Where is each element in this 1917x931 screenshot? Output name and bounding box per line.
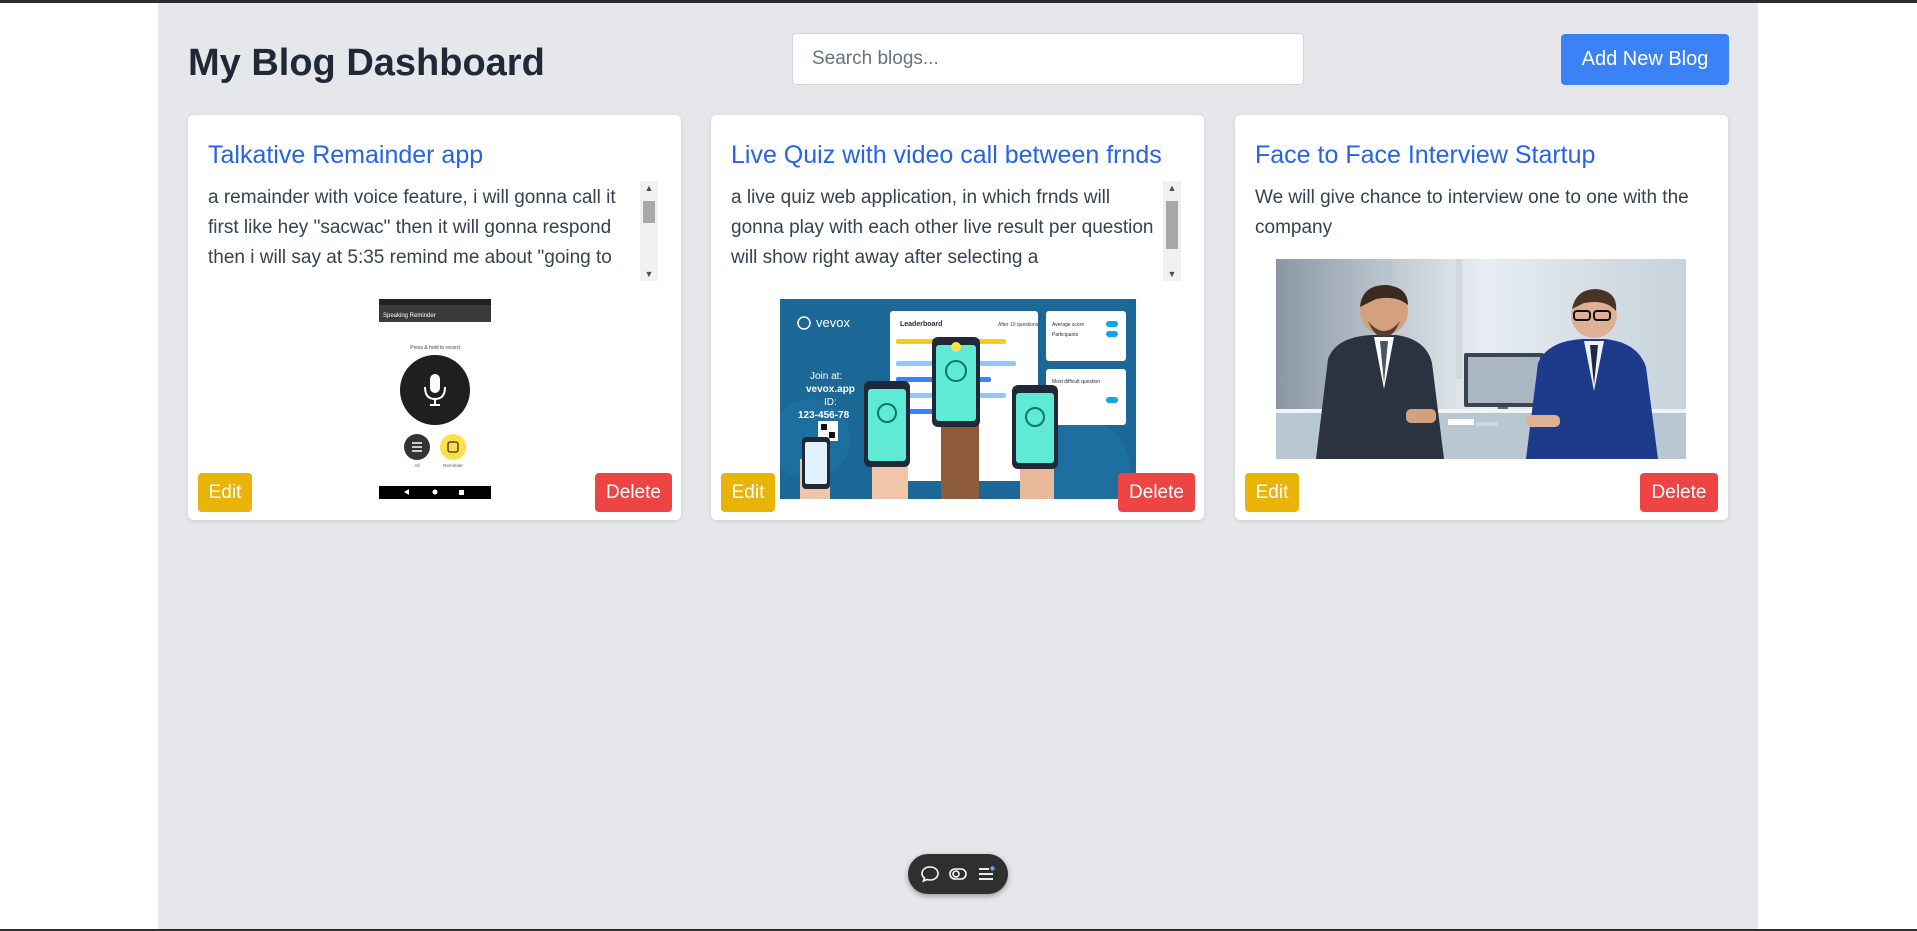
voice-app-screenshot-illustration: Speaking Reminder Press & hold to record…: [379, 299, 491, 499]
list-label: All: [414, 463, 419, 468]
blog-image: vevox Join at: vevox.app ID: 123-456-78 …: [780, 299, 1136, 499]
leaderboard-title: Leaderboard: [900, 321, 942, 328]
record-hint: Press & hold to record: [410, 345, 460, 351]
blog-image: [1276, 259, 1686, 459]
edit-button[interactable]: Edit: [1245, 473, 1299, 512]
chat-icon[interactable]: [920, 864, 940, 884]
live-quiz-illustration: vevox Join at: vevox.app ID: 123-456-78 …: [780, 299, 1136, 499]
leaderboard-subtitle: After 10 questions: [998, 322, 1039, 328]
scroll-up-arrow-icon[interactable]: ▲: [640, 181, 658, 195]
toggle-icon[interactable]: [948, 864, 968, 884]
scroll-down-arrow-icon[interactable]: ▼: [640, 267, 658, 281]
add-new-blog-button[interactable]: Add New Blog: [1561, 34, 1729, 85]
id-label: ID:: [824, 397, 837, 408]
blog-title[interactable]: Talkative Remainder app: [208, 139, 483, 171]
description-scrollbar[interactable]: ▲ ▼: [1163, 181, 1181, 281]
dashboard-page: My Blog Dashboard Add New Blog Talkative…: [158, 3, 1758, 929]
delete-button[interactable]: Delete: [1118, 473, 1195, 512]
blog-card: Face to Face Interview Startup We will g…: [1235, 115, 1728, 520]
brand-logo-text: vevox: [816, 315, 850, 330]
join-label: Join at:: [810, 371, 842, 382]
scroll-down-arrow-icon[interactable]: ▼: [1163, 267, 1181, 281]
blog-card: Talkative Remainder app a remainder with…: [188, 115, 681, 520]
floating-toolbar: [908, 854, 1008, 894]
blog-image: Speaking Reminder Press & hold to record…: [379, 299, 491, 499]
scroll-up-arrow-icon[interactable]: ▲: [1163, 181, 1181, 195]
app-bar-title: Speaking Reminder: [383, 313, 436, 319]
blog-title[interactable]: Face to Face Interview Startup: [1255, 139, 1595, 171]
blog-description: a remainder with voice feature, i will g…: [208, 187, 616, 268]
participants-label: Participants: [1052, 332, 1079, 338]
scrollbar-thumb[interactable]: [643, 201, 655, 223]
difficult-question-label: Most difficult question: [1052, 379, 1100, 385]
scrollbar-thumb[interactable]: [1166, 201, 1178, 249]
interview-photo-illustration: [1276, 259, 1686, 459]
blog-card: Live Quiz with video call between frnds …: [711, 115, 1204, 520]
menu-list-icon[interactable]: [976, 864, 996, 884]
edit-button[interactable]: Edit: [721, 473, 775, 512]
page-title: My Blog Dashboard: [188, 42, 545, 84]
blog-description: We will give chance to interview one to …: [1255, 187, 1689, 238]
delete-button[interactable]: Delete: [595, 473, 672, 512]
search-input[interactable]: [792, 33, 1304, 85]
reminder-label: Reminder: [443, 463, 463, 468]
delete-button[interactable]: Delete: [1640, 473, 1718, 512]
edit-button[interactable]: Edit: [198, 473, 252, 512]
id-value: 123-456-78: [798, 410, 850, 421]
average-score-label: Average score: [1052, 322, 1084, 328]
blog-title[interactable]: Live Quiz with video call between frnds: [731, 139, 1162, 171]
blog-description: a live quiz web application, in which fr…: [731, 187, 1154, 268]
description-scrollbar[interactable]: ▲ ▼: [640, 181, 658, 281]
join-url: vevox.app: [806, 384, 855, 395]
